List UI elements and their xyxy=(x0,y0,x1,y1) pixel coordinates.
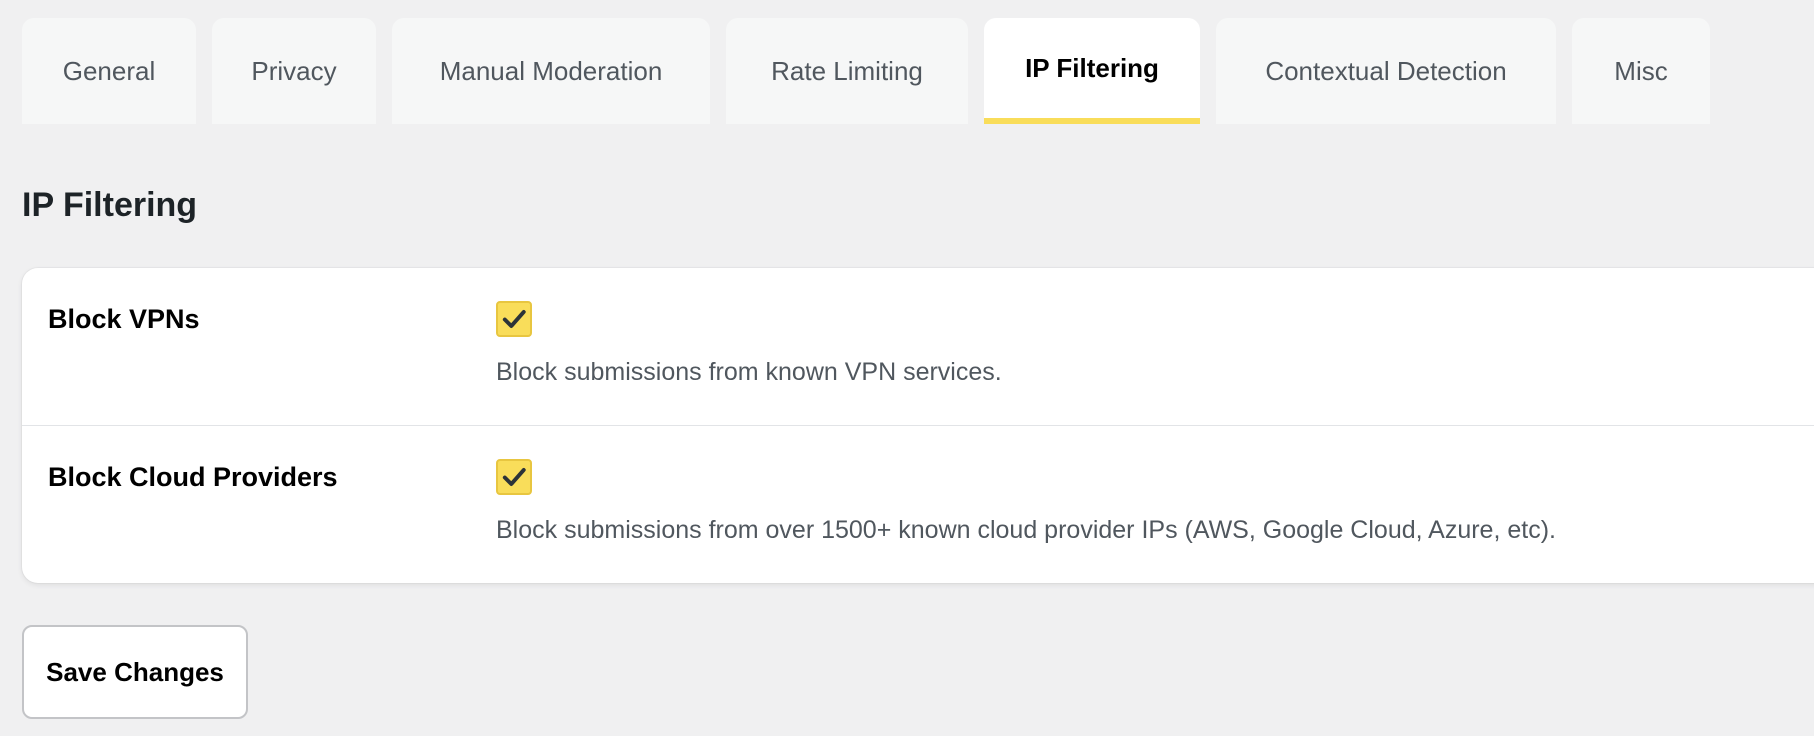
settings-tabs: General Privacy Manual Moderation Rate L… xyxy=(22,18,1710,124)
setting-row-block-cloud-providers: Block Cloud Providers Block submissions … xyxy=(22,425,1814,582)
setting-label: Block Cloud Providers xyxy=(48,462,338,492)
block-cloud-providers-checkbox[interactable] xyxy=(496,459,532,495)
tab-rate-limiting[interactable]: Rate Limiting xyxy=(726,18,968,124)
setting-description: Block submissions from over 1500+ known … xyxy=(496,516,1556,544)
setting-label: Block VPNs xyxy=(48,304,200,334)
setting-row-block-vpns: Block VPNs Block submissions from known … xyxy=(22,268,1814,425)
section-title: IP Filtering xyxy=(22,186,198,224)
checkmark-icon xyxy=(502,468,526,486)
tab-general[interactable]: General xyxy=(22,18,196,124)
tab-privacy[interactable]: Privacy xyxy=(212,18,376,124)
setting-description: Block submissions from known VPN service… xyxy=(496,358,1002,386)
checkmark-icon xyxy=(502,310,526,328)
tab-misc[interactable]: Misc xyxy=(1572,18,1710,124)
tab-ip-filtering[interactable]: IP Filtering xyxy=(984,18,1200,124)
block-vpns-checkbox[interactable] xyxy=(496,301,532,337)
tab-manual-moderation[interactable]: Manual Moderation xyxy=(392,18,710,124)
save-changes-button[interactable]: Save Changes xyxy=(22,625,248,719)
tab-contextual-detection[interactable]: Contextual Detection xyxy=(1216,18,1556,124)
settings-card: Block VPNs Block submissions from known … xyxy=(22,268,1814,583)
